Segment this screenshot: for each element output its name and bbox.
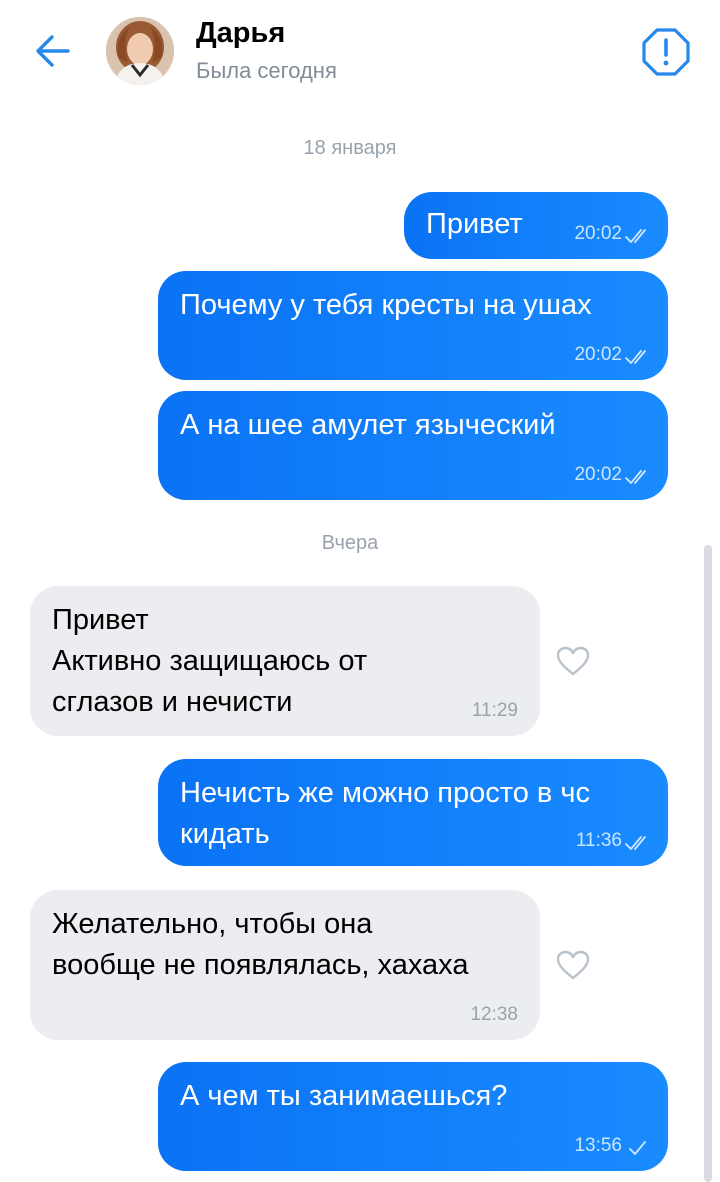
date-separator: 18 января: [303, 137, 397, 159]
message-bubble-outgoing[interactable]: Привет 20:02: [404, 192, 668, 259]
message-time: 11:36: [575, 830, 622, 851]
message-bubble-outgoing[interactable]: Почему у тебя кресты на ушах 20:02: [158, 271, 668, 380]
message-text: Привет: [426, 208, 523, 240]
message-text: Почему у тебя кресты на ушах: [180, 289, 592, 321]
message-bubble-outgoing[interactable]: А чем ты занимаешься? 13:56: [158, 1062, 668, 1171]
chat-header: Дарья Была сегодня: [0, 0, 720, 108]
avatar[interactable]: [106, 17, 174, 85]
alert-octagon-icon: [642, 28, 690, 76]
message-text: Желательно, чтобы она вообще не появляла…: [52, 908, 469, 981]
message-text: Нечисть же можно просто в чс кидать: [180, 777, 590, 850]
message-time: 20:02: [574, 223, 622, 244]
message-text: Привет Активно защищаюсь от сглазов и не…: [52, 604, 368, 718]
message-bubble-outgoing[interactable]: А на шее амулет языческий 20:02: [158, 391, 668, 500]
arrow-left-icon: [36, 35, 70, 67]
date-separator: Вчера: [321, 532, 379, 554]
scrollbar[interactable]: [704, 545, 712, 1182]
double-check-icon: [625, 470, 646, 484]
double-check-icon: [625, 229, 646, 243]
message-bubble-incoming[interactable]: Желательно, чтобы она вообще не появляла…: [30, 890, 540, 1040]
message-time: 11:29: [471, 700, 518, 721]
message-bubble-incoming[interactable]: Привет Активно защищаюсь от сглазов и не…: [30, 586, 540, 736]
report-button[interactable]: [640, 26, 692, 78]
message-bubble-outgoing[interactable]: Нечисть же можно просто в чс кидать 11:3…: [158, 759, 668, 866]
message-time: 20:02: [574, 344, 622, 365]
message-text: А на шее амулет языческий: [180, 409, 556, 441]
message-text: А чем ты занимаешься?: [180, 1080, 508, 1112]
double-check-icon: [625, 836, 646, 850]
single-check-icon: [629, 1141, 646, 1155]
back-button[interactable]: [30, 28, 76, 74]
double-check-icon: [625, 350, 646, 364]
contact-status: Была сегодня: [196, 58, 337, 83]
message-time: 12:38: [470, 1004, 518, 1025]
contact-name[interactable]: Дарья: [196, 17, 285, 50]
heart-icon[interactable]: [555, 949, 591, 981]
heart-icon[interactable]: [555, 645, 591, 677]
message-time: 20:02: [574, 464, 622, 485]
message-time: 13:56: [574, 1135, 622, 1156]
